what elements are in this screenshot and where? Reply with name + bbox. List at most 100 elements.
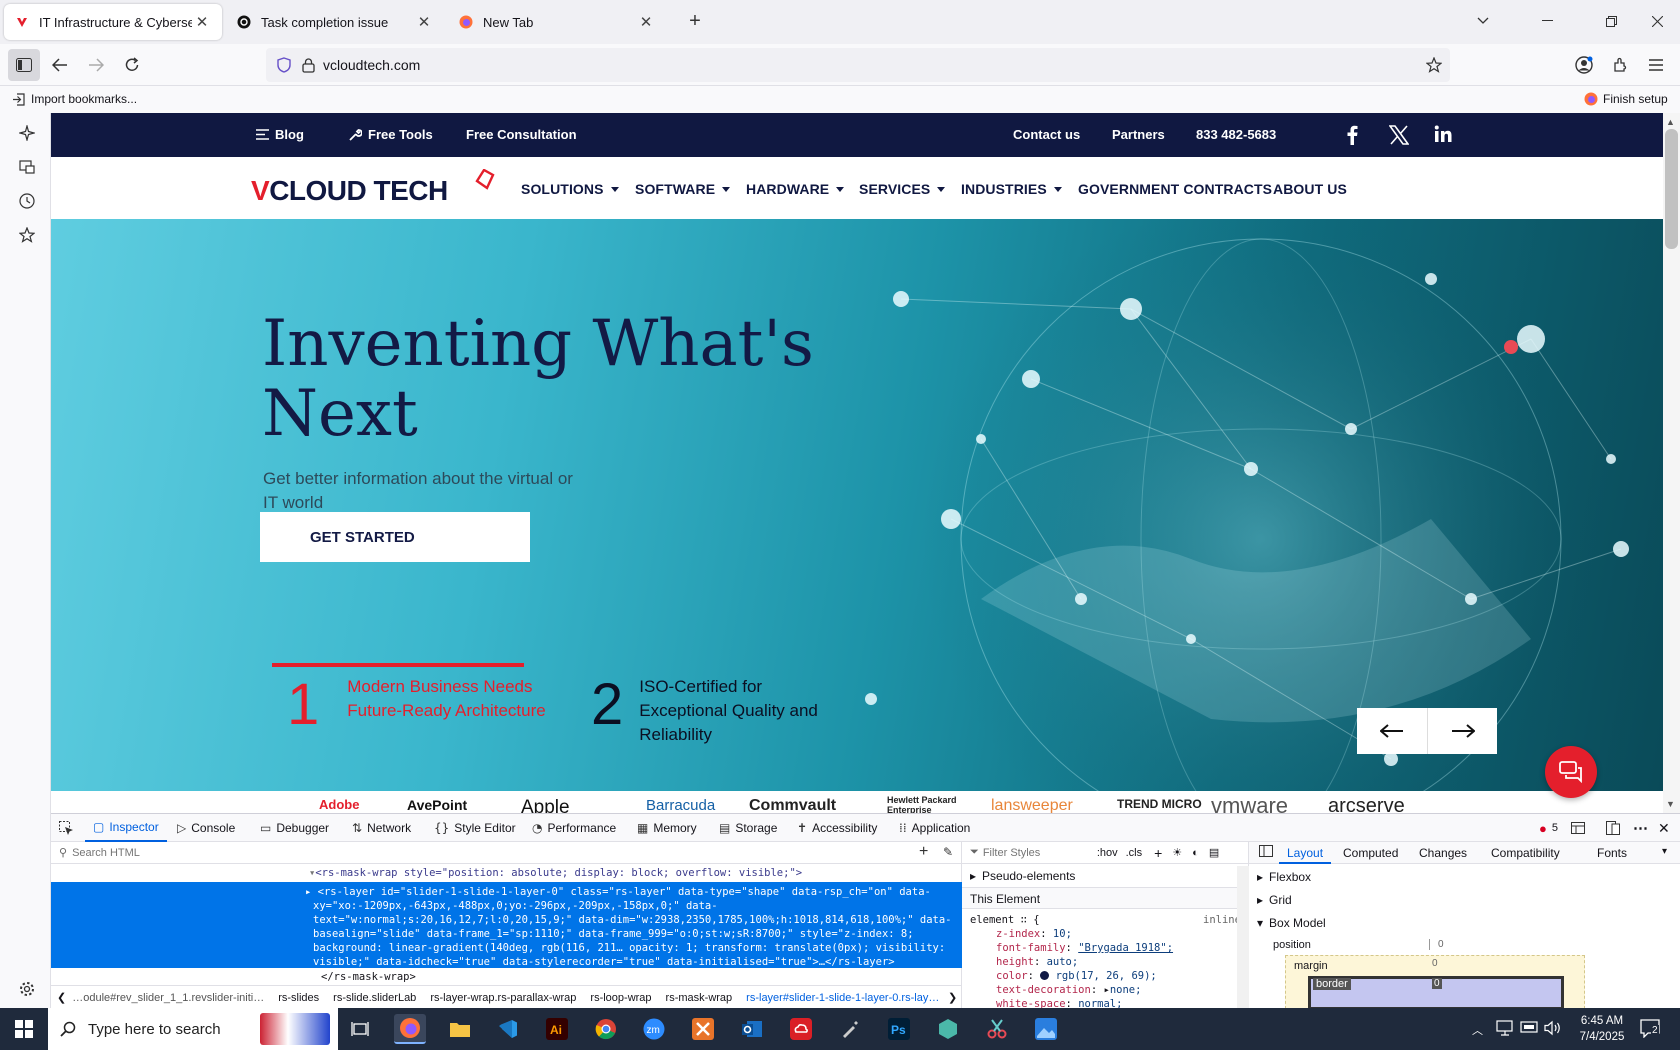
tray-chevron-up-icon[interactable]: ︿ bbox=[1472, 1022, 1483, 1038]
blog-link[interactable]: Blog bbox=[256, 127, 304, 142]
tab-changes[interactable]: Changes bbox=[1419, 846, 1467, 860]
html-node-mask-wrap[interactable]: ▾<rs-mask-wrap style="position: absolute… bbox=[309, 866, 802, 880]
close-tab-icon[interactable]: ✕ bbox=[414, 12, 434, 32]
margin-value[interactable]: 0 bbox=[1432, 958, 1438, 969]
taskbar-chrome-icon[interactable] bbox=[590, 1014, 622, 1044]
bookmarks-star-icon[interactable] bbox=[17, 225, 37, 245]
scroll-down-arrow-icon[interactable]: ▼ bbox=[1666, 799, 1675, 809]
url-text[interactable]: vcloudtech.com bbox=[323, 57, 420, 73]
url-bar[interactable]: vcloudtech.com bbox=[266, 48, 1450, 82]
nav-services[interactable]: SERVICES bbox=[859, 181, 946, 197]
nav-solutions[interactable]: SOLUTIONS bbox=[521, 181, 619, 197]
reload-icon[interactable] bbox=[116, 49, 148, 81]
error-count-badge[interactable]: ● 5 bbox=[1539, 814, 1558, 842]
html-node-close[interactable]: </rs-mask-wrap> bbox=[321, 970, 416, 984]
tray-volume-icon[interactable] bbox=[1544, 1020, 1562, 1036]
cls-toggle[interactable]: .cls bbox=[1126, 847, 1143, 859]
search-html-input[interactable] bbox=[72, 846, 853, 859]
breadcrumb-item[interactable]: rs-layer-wrap.rs-parallax-wrap bbox=[430, 992, 576, 1004]
add-rule-plus-icon[interactable]: + bbox=[1154, 845, 1162, 861]
taskbar-clock[interactable]: 6:45 AM 7/4/2025 bbox=[1566, 1013, 1638, 1045]
tab-network[interactable]: ⇅ Network bbox=[352, 814, 411, 842]
taskbar-zoom-icon[interactable]: zm bbox=[638, 1014, 670, 1044]
selected-html-node[interactable]: ▸ <rs-layer id="slider-1-slide-1-layer-0… bbox=[51, 882, 962, 968]
taskbar-outlook-icon[interactable] bbox=[736, 1014, 768, 1044]
tab-fonts[interactable]: Fonts bbox=[1597, 846, 1627, 860]
breadcrumb-left-arrow-icon[interactable]: ❮ bbox=[57, 991, 66, 1004]
menu-hamburger-icon[interactable] bbox=[1640, 49, 1672, 81]
eyedropper-icon[interactable]: ✎ bbox=[943, 845, 953, 859]
close-devtools-icon[interactable]: ✕ bbox=[1658, 814, 1670, 842]
element-picker-icon[interactable] bbox=[59, 814, 74, 842]
windows-start-icon[interactable] bbox=[8, 1014, 40, 1044]
close-tab-icon[interactable]: ✕ bbox=[636, 12, 656, 32]
synced-tabs-icon[interactable] bbox=[17, 157, 37, 177]
scroll-up-arrow-icon[interactable]: ▲ bbox=[1666, 117, 1675, 127]
taskbar-creative-cloud-icon[interactable] bbox=[785, 1014, 817, 1044]
rule-source[interactable]: inline bbox=[1203, 913, 1241, 927]
feature-2[interactable]: 2 ISO-Certified for Exceptional Quality … bbox=[591, 675, 839, 747]
tab-vcloudtech[interactable]: IT Infrastructure & Cybersecurit ✕ bbox=[4, 4, 222, 40]
breadcrumb-item[interactable]: rs-mask-wrap bbox=[666, 992, 733, 1004]
nav-about-us[interactable]: ABOUT US bbox=[1273, 181, 1347, 197]
partners-link[interactable]: Partners bbox=[1112, 127, 1165, 142]
tab-computed[interactable]: Computed bbox=[1343, 846, 1398, 860]
tracking-protection-shield-icon[interactable] bbox=[276, 57, 292, 73]
taskbar-illustrator-icon[interactable]: Ai bbox=[541, 1014, 573, 1044]
dock-side-icon[interactable] bbox=[1606, 814, 1620, 842]
chat-bubble-button[interactable] bbox=[1545, 746, 1597, 798]
tab-task-completion[interactable]: Task completion issue ✕ bbox=[226, 4, 444, 40]
taskbar-photos-icon[interactable] bbox=[1030, 1014, 1062, 1044]
tab-style-editor[interactable]: {} Style Editor bbox=[434, 814, 516, 842]
breadcrumb-right-arrow-icon[interactable]: ❯ bbox=[948, 991, 957, 1004]
contact-us-link[interactable]: Contact us bbox=[1013, 127, 1080, 142]
filter-styles-input[interactable] bbox=[982, 846, 1083, 859]
css-declaration[interactable]: font-family: "Brygada 1918"; bbox=[996, 941, 1173, 955]
ai-chatbot-sparkle-icon[interactable] bbox=[17, 123, 37, 143]
tab-memory[interactable]: ▦ Memory bbox=[637, 814, 697, 842]
phone-link[interactable]: 833 482-5683 bbox=[1196, 127, 1276, 142]
tab-debugger[interactable]: ▭ Debugger bbox=[260, 814, 329, 842]
sidebar-toggle-icon[interactable] bbox=[8, 49, 40, 81]
split-console-icon[interactable] bbox=[1571, 814, 1585, 842]
taskbar-photoshop-icon[interactable]: Ps bbox=[883, 1014, 915, 1044]
nav-government-contracts[interactable]: GOVERNMENT CONTRACTS bbox=[1078, 181, 1272, 197]
feature-1[interactable]: 1 Modern Business Needs Future-Ready Arc… bbox=[287, 675, 547, 735]
tray-display-icon[interactable] bbox=[1520, 1020, 1538, 1036]
taskbar-firefox-icon[interactable] bbox=[394, 1014, 426, 1044]
get-started-button[interactable]: GET STARTED bbox=[260, 512, 530, 562]
taskbar-snipping-tool-icon[interactable] bbox=[981, 1014, 1013, 1044]
css-declaration[interactable]: height: auto; bbox=[996, 955, 1078, 969]
more-tabs-chevron-icon[interactable]: ▾ bbox=[1662, 846, 1667, 857]
border-value[interactable]: 0 bbox=[1432, 978, 1442, 989]
hov-toggle[interactable]: :hov bbox=[1097, 847, 1118, 859]
pseudo-elements-toggle[interactable]: ▸ Pseudo-elements bbox=[970, 869, 1075, 883]
color-swatch[interactable] bbox=[1040, 971, 1050, 980]
linkedin-icon[interactable] bbox=[1434, 125, 1452, 143]
import-bookmarks-link[interactable]: Import bookmarks... bbox=[12, 92, 137, 106]
rules-scrollbar[interactable] bbox=[1237, 866, 1249, 1009]
breadcrumb-item[interactable]: rs-slide.sliderLab bbox=[333, 992, 416, 1004]
taskbar-file-explorer-icon[interactable] bbox=[444, 1014, 476, 1044]
taskbar-pen-tool-icon[interactable] bbox=[834, 1014, 866, 1044]
task-view-icon[interactable] bbox=[344, 1014, 376, 1044]
history-clock-icon[interactable] bbox=[17, 191, 37, 211]
back-arrow-icon[interactable] bbox=[44, 49, 76, 81]
css-declaration[interactable]: z-index: 10; bbox=[996, 927, 1072, 941]
x-twitter-icon[interactable] bbox=[1389, 125, 1409, 145]
finish-setup-link[interactable]: Finish setup bbox=[1584, 92, 1668, 106]
taskbar-vscode-icon[interactable] bbox=[492, 1014, 524, 1044]
tab-layout[interactable]: Layout bbox=[1279, 842, 1332, 864]
tab-storage[interactable]: ▤ Storage bbox=[719, 814, 777, 842]
new-tab-plus-icon[interactable]: + bbox=[684, 10, 706, 32]
close-tab-icon[interactable]: ✕ bbox=[192, 12, 212, 32]
breadcrumb-item[interactable]: rs-loop-wrap bbox=[590, 992, 651, 1004]
free-tools-link[interactable]: Free Tools bbox=[349, 127, 433, 142]
forward-arrow-icon[interactable] bbox=[80, 49, 112, 81]
tray-network-monitor-icon[interactable] bbox=[1496, 1020, 1514, 1036]
minimize-icon[interactable] bbox=[1524, 6, 1570, 36]
restore-icon[interactable] bbox=[1588, 6, 1634, 36]
box-position-value[interactable]: 0 bbox=[1429, 939, 1444, 950]
list-all-tabs-chevron-icon[interactable] bbox=[1460, 6, 1506, 36]
page-scrollbar[interactable]: ▲ ▼ bbox=[1663, 113, 1680, 813]
